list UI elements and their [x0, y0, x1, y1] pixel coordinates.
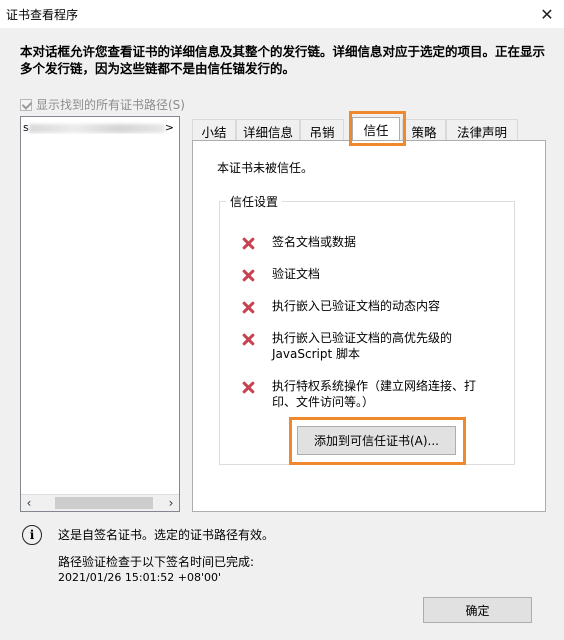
title-bar: 证书查看程序 ✕	[0, 0, 564, 28]
trust-item-javascript: 执行嵌入已验证文档的高优先级的 JavaScript 脚本	[240, 330, 464, 362]
trust-item-label: 执行嵌入已验证文档的高优先级的 JavaScript 脚本	[272, 331, 453, 361]
trust-settings-title: 信任设置	[226, 193, 283, 210]
x-icon	[240, 235, 256, 251]
tab-revocation[interactable]: 吊销	[300, 119, 344, 140]
x-icon	[240, 299, 256, 315]
trust-status-text: 本证书未被信任。	[217, 161, 314, 175]
checkbox-icon[interactable]	[20, 98, 32, 111]
scroll-thumb[interactable]	[55, 497, 153, 509]
info-icon: i	[22, 525, 42, 545]
certificate-path-tree[interactable]: s > ‹ ›	[20, 116, 180, 512]
path-valid-message: 这是自签名证书。选定的证书路径有效。	[58, 528, 275, 542]
close-button[interactable]: ✕	[530, 0, 564, 28]
redacted-name	[28, 123, 165, 133]
x-icon	[240, 267, 256, 283]
dialog-description: 本对话框允许您查看证书的详细信息及其整个的发行链。详细信息对应于选定的项目。正在…	[20, 44, 546, 76]
trust-item-dynamic-content: 执行嵌入已验证文档的动态内容	[240, 298, 500, 314]
tree-item-last-char: >	[164, 121, 174, 134]
x-icon	[240, 331, 256, 347]
scroll-left-icon[interactable]: ‹	[21, 495, 37, 511]
horizontal-scrollbar[interactable]: ‹ ›	[21, 494, 179, 511]
trust-item-sign-documents: 签名文档或数据	[240, 234, 500, 250]
highlight-box-add-button	[289, 417, 466, 465]
x-icon	[240, 379, 256, 395]
tree-item-certificate[interactable]: s >	[23, 121, 177, 134]
trust-item-label: 验证文档	[272, 267, 321, 281]
show-all-paths-checkbox[interactable]: 显示找到的所有证书路径(S)	[20, 96, 185, 113]
highlight-box-trust-tab	[349, 111, 406, 146]
validation-timestamp: 2021/01/26 15:01:52 +08'00'	[58, 571, 222, 584]
scroll-right-icon[interactable]: ›	[163, 495, 179, 511]
show-all-paths-label: 显示找到的所有证书路径(S)	[36, 98, 185, 112]
window-title: 证书查看程序	[6, 8, 79, 22]
tab-summary[interactable]: 小结	[192, 119, 236, 140]
trust-item-label: 执行嵌入已验证文档的动态内容	[272, 299, 441, 313]
trust-item-label: 签名文档或数据	[272, 235, 357, 249]
tab-policies[interactable]: 策略	[402, 119, 446, 140]
tab-details[interactable]: 详细信息	[236, 119, 300, 140]
trust-item-privileged-operations: 执行特权系统操作（建立网络连接、打印、文件访问等。）	[240, 378, 496, 410]
validation-check-label: 路径验证检查于以下签名时间已完成:	[58, 555, 255, 569]
tab-legal-notice[interactable]: 法律声明	[446, 119, 518, 140]
trust-item-label: 执行特权系统操作（建立网络连接、打印、文件访问等。）	[272, 379, 477, 409]
trust-item-certify-documents: 验证文档	[240, 266, 500, 282]
ok-button[interactable]: 确定	[423, 597, 532, 623]
